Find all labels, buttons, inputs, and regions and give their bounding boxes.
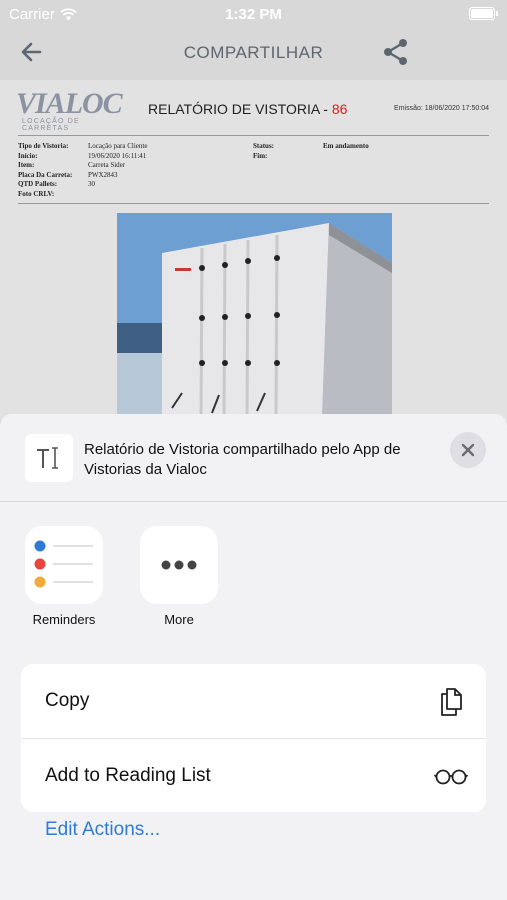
close-icon (461, 443, 475, 457)
field-value (88, 190, 253, 200)
share-actions-list: Copy Add to Reading List (21, 664, 486, 812)
report-document: VIALOC LOCAÇÃO DE CARRETAS RELATÓRIO DE … (0, 80, 507, 420)
close-button[interactable] (450, 432, 486, 468)
page-title: COMPARTILHAR (183, 43, 324, 62)
divider (18, 203, 489, 204)
report-fields: Tipo de Vistoria: Locação para Cliente S… (18, 142, 369, 200)
app-label: More (164, 612, 194, 627)
field-value: 30 (88, 180, 95, 189)
report-title-text: RELATÓRIO DE VISTORIA - (148, 101, 332, 117)
divider (18, 135, 489, 136)
field-value: Locação para Cliente (88, 142, 148, 150)
field-value-2: Em andamento (323, 142, 369, 150)
reading-glasses-icon (434, 769, 468, 785)
share-apps-row: Reminders More (0, 526, 507, 636)
field-label-2: Status: (253, 142, 275, 150)
field-label-2: Fim: (253, 151, 268, 160)
more-app-button[interactable]: More (134, 526, 224, 627)
share-message: Relatório de Vistoria compartilhado pelo… (84, 441, 401, 478)
truck-photo (117, 213, 392, 418)
field-row: Foto CRLV: (18, 190, 369, 200)
field-value: 19/06/2020 16:11:41 (88, 151, 147, 160)
clock: 1:32 PM (225, 6, 282, 23)
logo-subtitle: LOCAÇÃO DE CARRETAS (22, 118, 80, 132)
emission-date: Emissão: 18/06/2020 17:50:04 (394, 105, 489, 112)
reminders-icon (25, 526, 103, 604)
app-label: Reminders (32, 612, 96, 627)
report-number: 86 (331, 101, 348, 117)
field-label: QTD Pallets: (18, 180, 58, 189)
field-label: Início: (18, 151, 38, 160)
field-row: Placa Da Carreta: PWX2843 (18, 171, 369, 181)
navigation-bar: COMPARTILHAR (0, 28, 507, 74)
action-label: Copy (45, 690, 90, 711)
battery-icon (469, 7, 498, 20)
copy-action[interactable]: Copy (21, 664, 486, 738)
field-value: Carreta Sider (88, 161, 126, 170)
share-sheet: Relatório de Vistoria compartilhado pelo… (0, 414, 507, 900)
add-to-reading-list-action[interactable]: Add to Reading List (21, 738, 486, 812)
share-sheet-header: Relatório de Vistoria compartilhado pelo… (0, 414, 507, 502)
text-document-icon (25, 434, 73, 482)
field-label: Foto CRLV: (18, 189, 55, 198)
status-bar: Carrier 1:32 PM (0, 0, 507, 28)
field-row: QTD Pallets: 30 (18, 180, 369, 190)
field-row: Início: 19/06/2020 16:11:41 Fim: (18, 152, 369, 162)
logo-brand: VIALOC (16, 87, 123, 120)
field-label: Tipo de Vistoria: (18, 142, 69, 150)
field-label: Placa Da Carreta: (18, 170, 73, 179)
vialoc-logo: VIALOC LOCAÇÃO DE CARRETAS (16, 87, 126, 133)
field-row: Item: Carreta Sider (18, 161, 369, 171)
reminders-app-button[interactable]: Reminders (19, 526, 109, 627)
report-title: RELATÓRIO DE VISTORIA - 86 (148, 101, 347, 117)
action-label: Add to Reading List (45, 764, 211, 786)
edit-actions-link[interactable]: Edit Actions... (45, 819, 160, 841)
field-label: Item: (18, 161, 35, 170)
field-row: Tipo de Vistoria: Locação para Cliente S… (18, 142, 369, 152)
more-dots-icon (140, 526, 218, 604)
share-icon[interactable] (381, 37, 411, 67)
copy-icon (441, 688, 462, 716)
field-value: PWX2843 (88, 170, 118, 179)
